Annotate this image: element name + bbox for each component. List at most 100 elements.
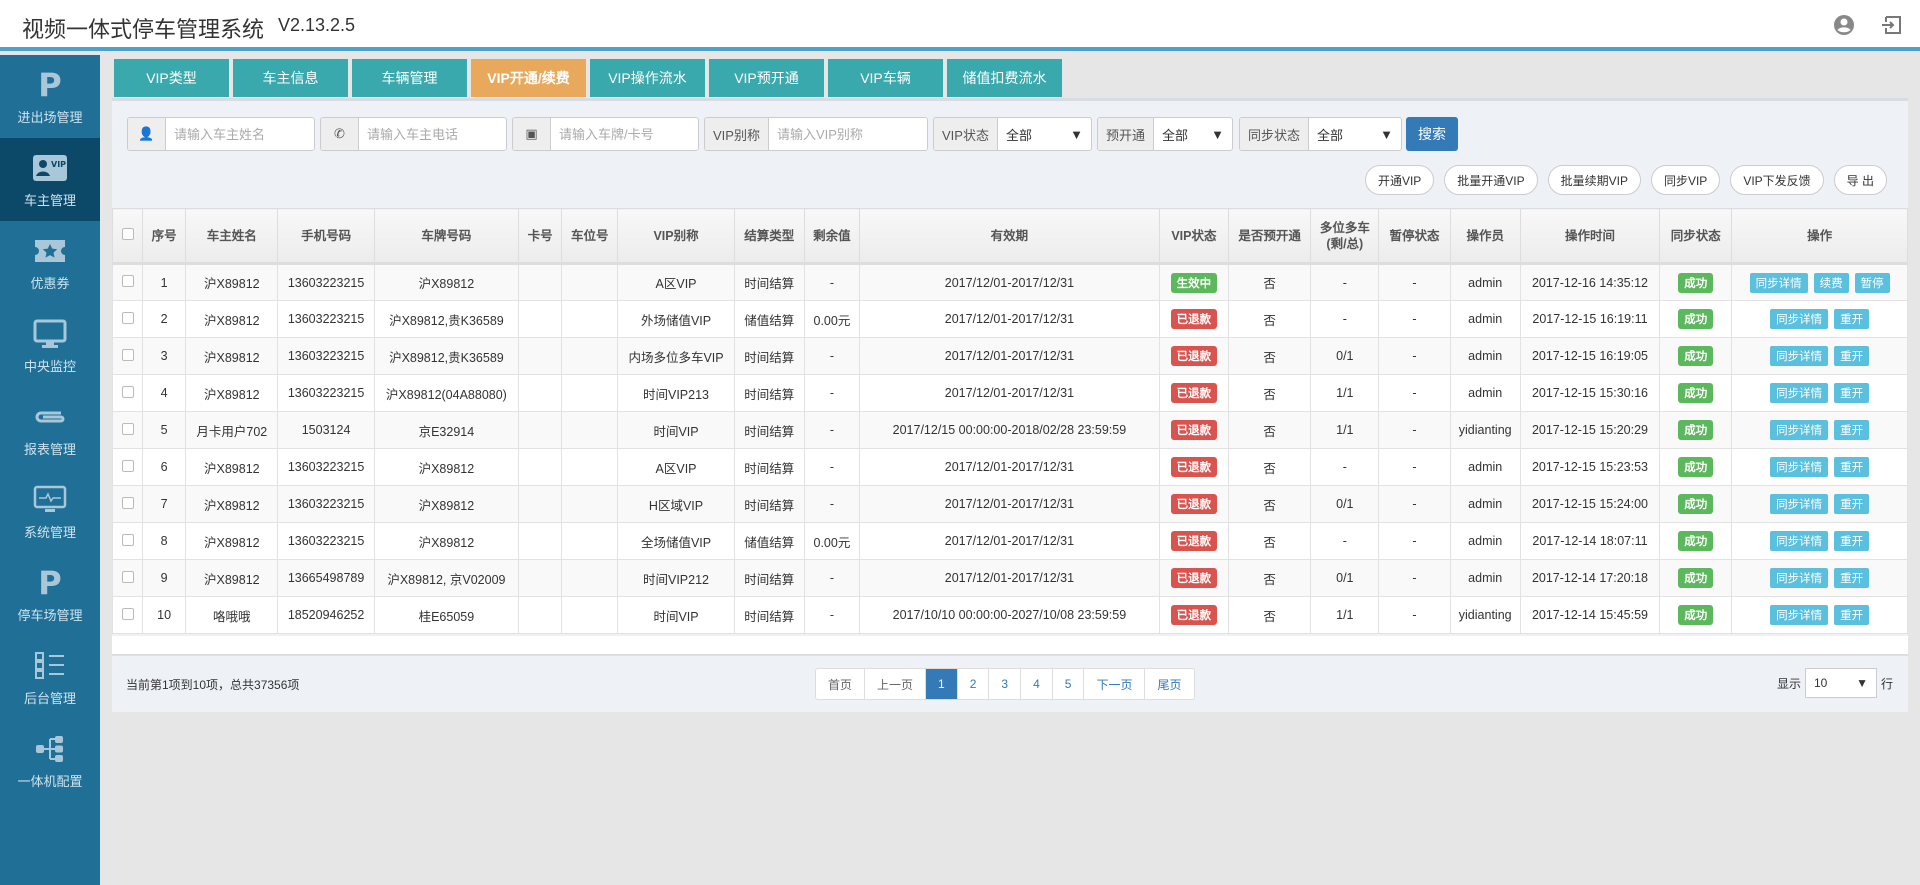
row-checkbox[interactable]	[121, 533, 134, 546]
action-button-0[interactable]: 开通VIP	[1364, 165, 1435, 195]
row-action-1[interactable]: 重开	[1834, 568, 1870, 588]
row-action-1[interactable]: 重开	[1834, 531, 1870, 551]
sidebar-item-7[interactable]: 后台管理	[0, 636, 100, 719]
tab-0[interactable]: VIP类型	[114, 59, 229, 97]
row-checkbox[interactable]	[121, 496, 134, 509]
page-button[interactable]: 4	[1021, 669, 1053, 699]
table-cell: 时间VIP213	[617, 374, 735, 412]
tab-2[interactable]: 车辆管理	[352, 59, 467, 97]
owner-phone-input[interactable]	[359, 118, 506, 150]
tab-3[interactable]: VIP开通/续费	[471, 59, 586, 97]
next-page-button[interactable]: 下一页	[1084, 669, 1146, 699]
row-action-1[interactable]: 重开	[1834, 383, 1870, 403]
sidebar-item-label: 中央监控	[23, 358, 76, 374]
row-action-0[interactable]: 同步详情	[1770, 605, 1829, 625]
page-size-select[interactable]: 10 ▼	[1804, 668, 1877, 698]
row-checkbox[interactable]	[121, 311, 134, 324]
row-action-0[interactable]: 同步详情	[1770, 346, 1829, 366]
row-action-0[interactable]: 同步详情	[1770, 531, 1829, 551]
table-cell: 2017-12-16 14:35:12	[1519, 263, 1661, 301]
sync-status-badge: 成功	[1678, 494, 1714, 514]
row-action-1[interactable]: 重开	[1834, 457, 1870, 477]
sidebar-item-label: 车主管理	[23, 192, 76, 208]
row-action-2[interactable]: 暂停	[1854, 272, 1890, 293]
table-cell: -	[1378, 263, 1451, 301]
page-button[interactable]: 3	[989, 669, 1022, 699]
sidebar-item-2[interactable]: 优惠券	[0, 221, 100, 304]
row-action-0[interactable]: 同步详情	[1770, 420, 1829, 440]
tab-4[interactable]: VIP操作流水	[590, 59, 705, 97]
row-checkbox[interactable]	[121, 459, 134, 472]
row-checkbox[interactable]	[121, 348, 134, 361]
sidebar-item-0[interactable]: P 进出场管理	[0, 55, 100, 138]
user-account-icon[interactable]	[1832, 13, 1856, 37]
plate-input[interactable]	[551, 118, 698, 150]
row-action-1[interactable]: 重开	[1834, 346, 1870, 366]
vip-status-badge: 已退款	[1170, 309, 1218, 329]
table-cell: 沪X89812	[185, 559, 279, 597]
first-page-button[interactable]: 首页	[816, 669, 866, 699]
vip-status-badge: 生效中	[1170, 272, 1218, 293]
table-cell: 时间结算	[733, 596, 805, 634]
sync-status-select[interactable]: 全部 ▼	[1309, 118, 1401, 150]
row-checkbox[interactable]	[121, 275, 134, 287]
action-button-1[interactable]: 批量开通VIP	[1444, 165, 1538, 195]
action-button-3[interactable]: 同步VIP	[1650, 165, 1721, 195]
vip-status-select[interactable]: 全部 ▼	[998, 118, 1091, 150]
sidebar-item-4[interactable]: 报表管理	[0, 387, 100, 470]
sidebar-item-5[interactable]: 系统管理	[0, 470, 100, 553]
row-action-1[interactable]: 重开	[1834, 605, 1870, 625]
table-cell	[561, 596, 619, 634]
row-action-0[interactable]: 同步详情	[1770, 383, 1829, 403]
row-action-0[interactable]: 同步详情	[1770, 494, 1829, 514]
table-cell: 成功	[1659, 522, 1733, 560]
sidebar-item-1[interactable]: VIP 车主管理	[0, 138, 100, 221]
tab-5[interactable]: VIP预开通	[709, 59, 824, 97]
search-button[interactable]: 搜索	[1406, 117, 1458, 151]
logout-icon[interactable]	[1880, 13, 1904, 37]
row-action-0[interactable]: 同步详情	[1770, 568, 1829, 588]
tab-6[interactable]: VIP车辆	[828, 59, 943, 97]
pagination: 首页 上一页 1 2 3 4 5 下一页 尾页	[815, 668, 1195, 700]
page-button[interactable]: 2	[958, 669, 990, 699]
table-cell: 时间VIP212	[617, 559, 735, 597]
preopen-select[interactable]: 全部 ▼	[1154, 118, 1232, 150]
sidebar-item-6[interactable]: P 停车场管理	[0, 553, 100, 636]
action-button-2[interactable]: 批量续期VIP	[1547, 165, 1641, 195]
row-checkbox[interactable]	[121, 385, 134, 398]
row-checkbox[interactable]	[121, 570, 134, 583]
sidebar-item-3[interactable]: 中央监控	[0, 304, 100, 387]
last-page-button[interactable]: 尾页	[1145, 669, 1193, 699]
row-checkbox[interactable]	[121, 607, 134, 620]
table-cell	[518, 448, 563, 486]
page-button[interactable]: 1	[926, 669, 958, 699]
vip-alias-input[interactable]	[768, 118, 927, 150]
action-button-5[interactable]: 导 出	[1833, 165, 1887, 195]
tab-1[interactable]: 车主信息	[233, 59, 348, 97]
row-action-1[interactable]: 重开	[1834, 309, 1870, 329]
prev-page-button[interactable]: 上一页	[865, 669, 927, 699]
action-button-4[interactable]: VIP下发反馈	[1730, 165, 1824, 195]
row-select-cell	[111, 559, 144, 597]
sidebar-item-8[interactable]: 一体机配置	[0, 719, 100, 802]
chevron-down-icon: ▼	[1070, 126, 1083, 142]
row-action-0[interactable]: 同步详情	[1749, 272, 1808, 293]
select-all-checkbox[interactable]	[121, 227, 134, 240]
row-action-0[interactable]: 同步详情	[1770, 457, 1829, 477]
row-action-1[interactable]: 续费	[1813, 272, 1849, 293]
row-action-0[interactable]: 同步详情	[1770, 309, 1829, 329]
owner-name-input[interactable]	[166, 118, 314, 150]
page-button[interactable]: 5	[1053, 669, 1085, 699]
sync-status-badge: 成功	[1678, 346, 1714, 366]
table-cell: 13603223215	[277, 448, 375, 486]
table-cell: 京E32914	[373, 411, 520, 449]
table-cell: 0.00元	[803, 522, 861, 560]
row-action-1[interactable]: 重开	[1834, 420, 1870, 440]
sync-status-badge: 成功	[1678, 309, 1714, 329]
row-checkbox[interactable]	[121, 422, 134, 435]
table-cell: 2	[142, 300, 187, 338]
row-actions-cell: 同步详情 重开	[1731, 337, 1908, 375]
table-cell: 1	[142, 263, 187, 301]
row-action-1[interactable]: 重开	[1834, 494, 1870, 514]
tab-7[interactable]: 储值扣费流水	[947, 59, 1062, 97]
